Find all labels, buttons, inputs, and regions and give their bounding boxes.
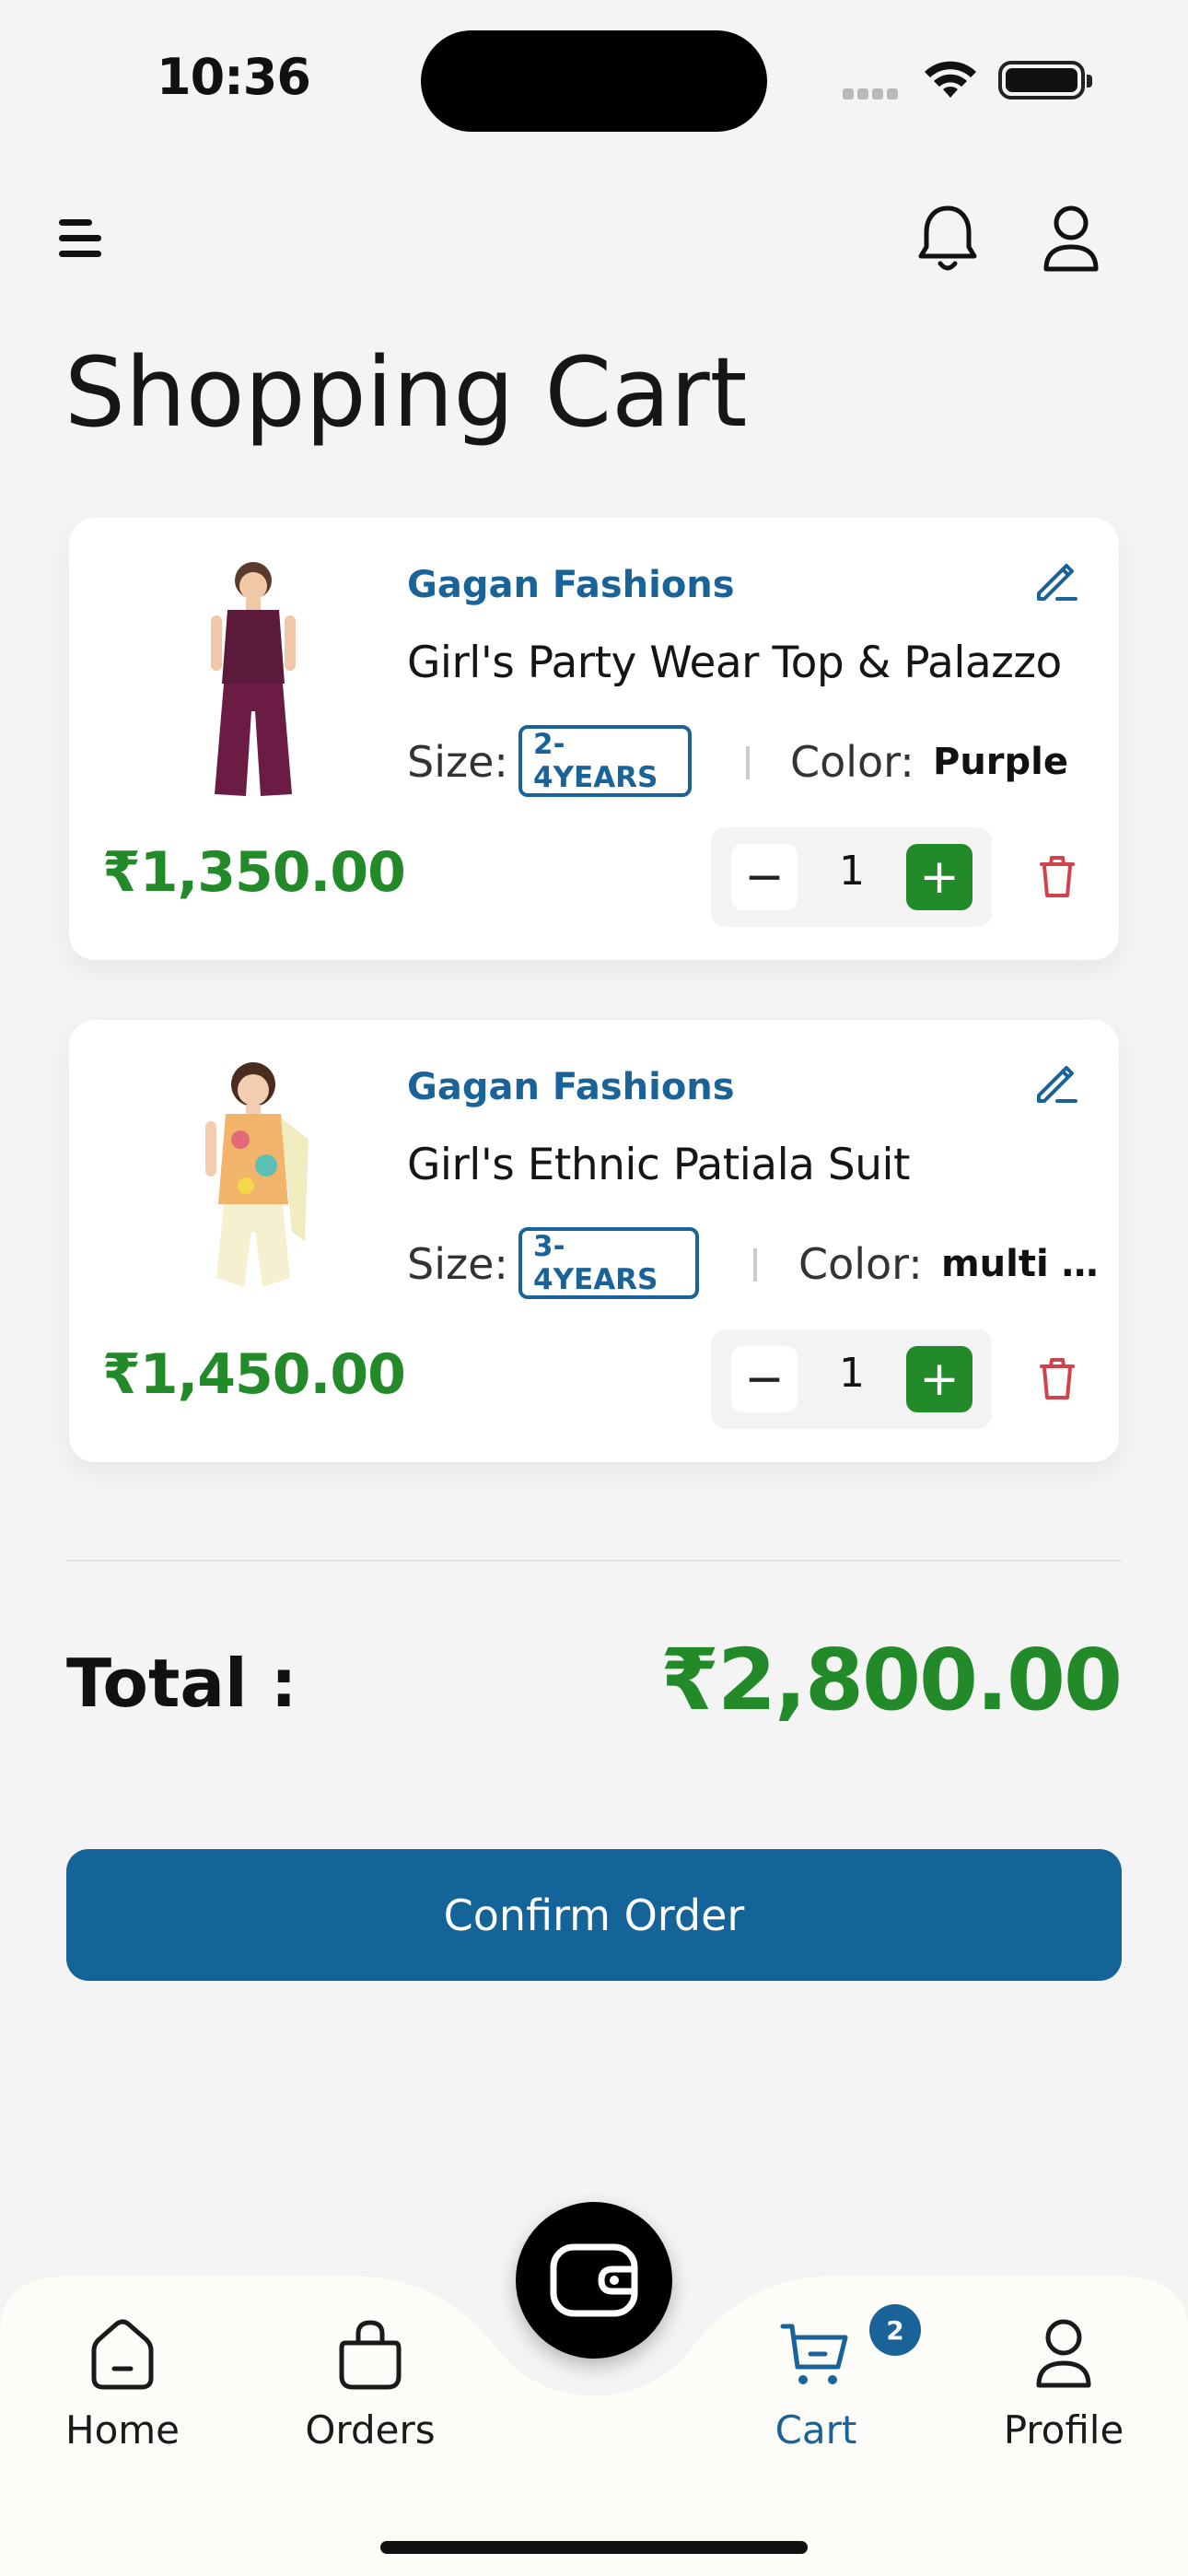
tab-label: Profile	[1003, 2407, 1124, 2453]
increase-quantity-button[interactable]: +	[906, 1346, 973, 1412]
edit-icon[interactable]	[1031, 556, 1079, 604]
page-title: Shopping Cart	[64, 336, 748, 449]
product-name: Girl's Ethnic Patiala Suit	[407, 1140, 910, 1190]
divider	[753, 1248, 757, 1282]
tab-home[interactable]: Home	[40, 2317, 205, 2453]
size-badge: 3-4YEARS	[518, 1227, 699, 1299]
home-icon	[91, 2319, 154, 2390]
status-time: 10:36	[157, 48, 311, 106]
item-price: ₹1,450.00	[102, 1342, 406, 1407]
quantity-value: 1	[839, 848, 865, 895]
trash-icon[interactable]	[1036, 853, 1078, 901]
menu-icon[interactable]	[59, 219, 105, 265]
tab-orders[interactable]: Orders	[287, 2317, 453, 2453]
divider	[746, 746, 750, 779]
color-label: Color:	[790, 737, 914, 787]
signal-icon	[843, 86, 903, 100]
decrease-quantity-button[interactable]: −	[731, 844, 798, 910]
item-price: ₹1,350.00	[102, 840, 406, 905]
bell-icon[interactable]	[915, 203, 980, 276]
color-value: multi c...	[941, 1243, 1107, 1285]
tab-profile[interactable]: Profile	[981, 2317, 1147, 2453]
tab-label: Cart	[775, 2407, 857, 2453]
profile-icon	[1036, 2319, 1091, 2388]
decrease-quantity-button[interactable]: −	[731, 1346, 798, 1412]
quantity-stepper: − 1 +	[711, 1329, 992, 1429]
product-name: Girl's Party Wear Top & Palazzo	[407, 638, 1062, 688]
divider	[66, 1560, 1122, 1562]
user-icon[interactable]	[1041, 205, 1101, 273]
size-label: Size:	[407, 737, 508, 787]
cart-item-card: Gagan Fashions Girl's Party Wear Top & P…	[69, 518, 1119, 960]
wallet-icon	[550, 2243, 638, 2317]
dynamic-island	[421, 30, 767, 132]
trash-icon[interactable]	[1036, 1355, 1078, 1403]
product-image	[211, 562, 296, 796]
brand-name: Gagan Fashions	[407, 564, 735, 606]
color-value: Purple	[933, 741, 1068, 783]
bag-icon	[339, 2320, 402, 2390]
tab-cart[interactable]: 2 Cart	[733, 2304, 921, 2453]
total-label: Total :	[66, 1645, 297, 1722]
cart-item-card: Gagan Fashions Girl's Ethnic Patiala Sui…	[69, 1020, 1119, 1462]
home-indicator	[380, 2541, 808, 2554]
total-value: ₹2,800.00	[660, 1631, 1123, 1729]
cart-icon	[780, 2324, 848, 2384]
tab-label: Orders	[305, 2407, 436, 2453]
wallet-button[interactable]	[516, 2202, 672, 2359]
size-badge: 2-4YEARS	[518, 725, 692, 797]
product-image	[205, 1062, 309, 1287]
quantity-stepper: − 1 +	[711, 827, 992, 927]
confirm-order-button[interactable]: Confirm Order	[66, 1849, 1122, 1981]
color-label: Color:	[798, 1239, 923, 1289]
brand-name: Gagan Fashions	[407, 1066, 735, 1108]
battery-icon	[998, 61, 1092, 100]
quantity-value: 1	[839, 1350, 865, 1397]
edit-icon[interactable]	[1031, 1059, 1079, 1107]
size-label: Size:	[407, 1239, 508, 1289]
tab-label: Home	[64, 2407, 181, 2453]
wifi-icon	[925, 61, 976, 98]
cart-count-badge: 2	[869, 2304, 921, 2356]
increase-quantity-button[interactable]: +	[906, 844, 973, 910]
